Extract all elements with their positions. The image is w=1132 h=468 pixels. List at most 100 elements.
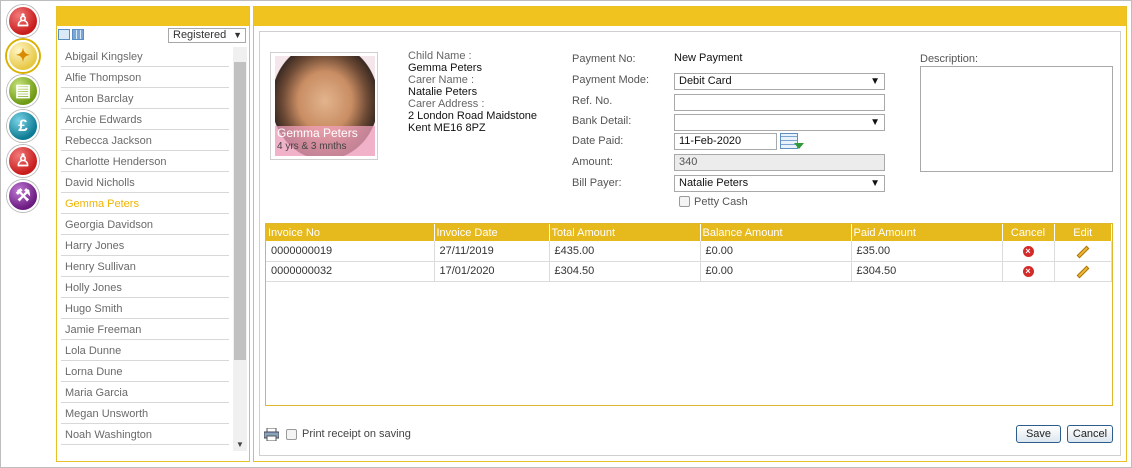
header-edit: Edit xyxy=(1054,224,1112,241)
child-list-item[interactable]: Harry Jones xyxy=(61,236,229,256)
filter-value: Registered xyxy=(173,29,227,41)
cancel-button[interactable]: Cancel xyxy=(1067,425,1113,443)
child-list-item[interactable]: Henry Sullivan xyxy=(61,257,229,277)
total-amount-cell: £435.00 xyxy=(549,241,701,262)
carer-address-line-2: Kent ME16 8PZ xyxy=(408,122,486,134)
scroll-down-icon[interactable]: ▼ xyxy=(236,440,244,449)
bill-payer-value: Natalie Peters xyxy=(679,177,749,189)
child-list-item[interactable]: Maria Garcia xyxy=(61,383,229,403)
description-textarea[interactable] xyxy=(920,66,1113,172)
bill-payer-label: Bill Payer: xyxy=(572,177,622,189)
cancel-cell: × xyxy=(1002,261,1055,282)
list-panel-header xyxy=(57,7,249,26)
family-icon[interactable]: ♙ xyxy=(7,5,39,37)
child-list-item[interactable]: Alfie Thompson xyxy=(61,68,229,88)
invoice-grid: Invoice No Invoice Date Total Amount Bal… xyxy=(265,223,1113,406)
child-list-item[interactable]: Holly Jones xyxy=(61,278,229,298)
child-list-item[interactable]: Charlotte Henderson xyxy=(61,152,229,172)
child-list-item[interactable]: Noah Washington xyxy=(61,425,229,445)
invoice-date-cell: 27/11/2019 xyxy=(434,241,550,262)
carer-name: Natalie Peters xyxy=(408,86,478,98)
wrench-icon[interactable]: ⚒ xyxy=(7,180,39,212)
child-list-item[interactable]: Jamie Freeman xyxy=(61,320,229,340)
child-list-item[interactable]: David Nicholls xyxy=(61,173,229,193)
child-list-item[interactable]: Gemma Peters xyxy=(61,194,229,214)
pound-icon[interactable]: £ xyxy=(7,110,39,142)
header-paid-amount[interactable]: Paid Amount xyxy=(851,224,1003,241)
header-total-amount[interactable]: Total Amount xyxy=(549,224,701,241)
chevron-down-icon: ▼ xyxy=(870,178,880,189)
header-invoice-no[interactable]: Invoice No xyxy=(266,224,435,241)
payment-mode-value: Debit Card xyxy=(679,75,732,87)
list-toolbar: Registered ▼ xyxy=(57,27,249,44)
balance-amount-cell: £0.00 xyxy=(700,261,852,282)
child-list-item[interactable]: Anton Barclay xyxy=(61,89,229,109)
carer-name-label: Carer Name : xyxy=(408,74,475,86)
bill-payer-select[interactable]: Natalie Peters ▼ xyxy=(674,175,885,192)
child-name-label: Child Name : xyxy=(408,50,472,62)
date-paid-input[interactable]: 11-Feb-2020 xyxy=(674,133,777,150)
child-list-item[interactable]: Georgia Davidson xyxy=(61,215,229,235)
paid-amount-cell: £35.00 xyxy=(851,241,1003,262)
payment-mode-label: Payment Mode: xyxy=(572,74,650,86)
total-amount-cell: £304.50 xyxy=(549,261,701,282)
child-list-item[interactable]: Abigail Kingsley xyxy=(61,47,229,67)
payment-panel: Gemma Peters 4 yrs & 3 mnths Child Name … xyxy=(253,6,1127,462)
print-receipt-checkbox[interactable] xyxy=(286,429,297,440)
app-window: ♙ ✦ ▤ £ ♙ ⚒ Registered ▼ Abigail Kingsle… xyxy=(0,0,1132,468)
child-list-item[interactable]: Archie Edwards xyxy=(61,110,229,130)
petty-cash-checkbox[interactable] xyxy=(679,196,690,207)
carer-address-label: Carer Address : xyxy=(408,98,485,110)
pencil-icon[interactable] xyxy=(1076,265,1090,279)
list-view-icon[interactable] xyxy=(58,29,70,40)
invoice-no-cell: 0000000032 xyxy=(266,261,435,282)
child-name: Gemma Peters xyxy=(408,62,482,74)
invoice-row[interactable]: 0000000032 17/01/2020 £304.50 £0.00 £304… xyxy=(266,261,1112,282)
child-list-item[interactable]: Lola Dunne xyxy=(61,341,229,361)
child-list-panel: Registered ▼ Abigail Kingsley Alfie Thomp… xyxy=(56,6,250,462)
child-list-item[interactable]: Megan Unsworth xyxy=(61,404,229,424)
cancel-cell: × xyxy=(1002,241,1055,262)
invoice-date-cell: 17/01/2020 xyxy=(434,261,550,282)
child-list-item[interactable]: Rebecca Jackson xyxy=(61,131,229,151)
ref-no-label: Ref. No. xyxy=(572,95,613,107)
registration-filter-select[interactable]: Registered ▼ xyxy=(168,28,246,43)
chevron-down-icon: ▼ xyxy=(870,117,880,128)
ref-no-input[interactable] xyxy=(674,94,885,111)
calendar-icon[interactable] xyxy=(780,133,804,149)
cancel-icon[interactable]: × xyxy=(1022,266,1034,277)
cancel-icon[interactable]: × xyxy=(1022,245,1034,257)
amount-field: 340 xyxy=(674,154,885,171)
chevron-down-icon: ▼ xyxy=(870,76,880,87)
invoice-row[interactable]: 0000000019 27/11/2019 £435.00 £0.00 £35.… xyxy=(266,241,1112,262)
invoice-header-row: Invoice No Invoice Date Total Amount Bal… xyxy=(266,224,1112,241)
child-photo-frame: Gemma Peters 4 yrs & 3 mnths xyxy=(270,52,378,160)
payment-no-label: Payment No: xyxy=(572,53,636,65)
connections-icon[interactable]: ✦ xyxy=(7,40,39,72)
payment-no-value: New Payment xyxy=(674,52,743,64)
payment-panel-header xyxy=(254,7,1126,26)
payment-mode-select[interactable]: Debit Card ▼ xyxy=(674,73,885,90)
printer-icon[interactable] xyxy=(264,428,279,441)
child-list-item[interactable]: Hugo Smith xyxy=(61,299,229,319)
grid-view-icon[interactable] xyxy=(72,29,84,40)
bank-detail-select[interactable]: ▼ xyxy=(674,114,885,131)
header-balance-amount[interactable]: Balance Amount xyxy=(700,224,852,241)
list-scrollbar[interactable]: ▼ xyxy=(233,47,247,451)
edit-cell xyxy=(1054,261,1112,282)
edit-cell xyxy=(1054,241,1112,262)
invoice-table: Invoice No Invoice Date Total Amount Bal… xyxy=(266,224,1112,282)
scroll-thumb[interactable] xyxy=(234,62,246,360)
petty-cash-label: Petty Cash xyxy=(694,196,748,208)
payment-form: Gemma Peters 4 yrs & 3 mnths Child Name … xyxy=(259,31,1121,456)
save-button[interactable]: Save xyxy=(1016,425,1061,443)
pencil-icon[interactable] xyxy=(1076,245,1090,259)
balance-amount-cell: £0.00 xyxy=(700,241,852,262)
child-list-item[interactable]: Lorna Dune xyxy=(61,362,229,382)
document-icon[interactable]: ▤ xyxy=(7,75,39,107)
print-receipt-label: Print receipt on saving xyxy=(302,428,411,440)
photo-child-name: Gemma Peters xyxy=(277,126,358,140)
description-label: Description: xyxy=(920,53,979,65)
header-invoice-date[interactable]: Invoice Date xyxy=(434,224,550,241)
child-icon[interactable]: ♙ xyxy=(7,145,39,177)
